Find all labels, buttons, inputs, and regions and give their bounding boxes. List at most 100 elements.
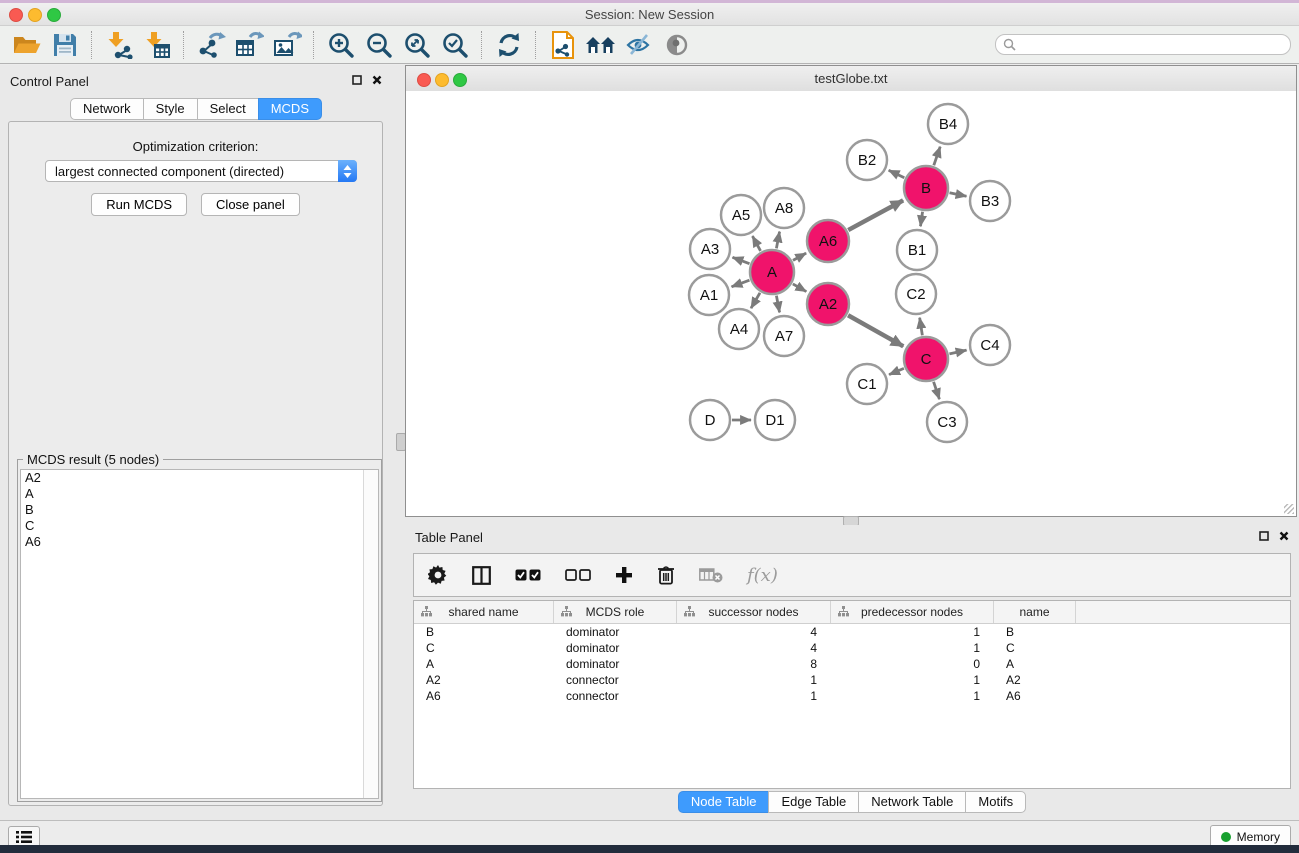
zoom-out-icon[interactable] [360, 29, 398, 61]
search-input[interactable] [995, 34, 1291, 55]
close-window-button[interactable] [9, 8, 23, 22]
edge-B-B3[interactable] [950, 193, 967, 196]
cell: A6 [414, 688, 554, 704]
zoom-in-icon[interactable] [322, 29, 360, 61]
close-table-panel-icon[interactable] [1279, 531, 1289, 541]
float-table-panel-icon[interactable] [1259, 531, 1269, 541]
open-session-icon[interactable] [8, 29, 46, 61]
hide-panel-icon[interactable] [620, 29, 658, 61]
result-list-item[interactable]: A2 [21, 470, 378, 486]
result-list-item[interactable]: A6 [21, 534, 378, 550]
export-image-icon[interactable] [268, 29, 306, 61]
control-panel-title: Control Panel [0, 74, 89, 89]
cell: A6 [994, 688, 1076, 704]
edge-A-A4[interactable] [751, 293, 760, 308]
table-row[interactable]: Bdominator41B [414, 624, 1290, 640]
edge-A-A3[interactable] [733, 257, 750, 263]
column-header-shared-name[interactable]: shared name [414, 601, 554, 623]
window-titlebar: Session: New Session [0, 3, 1299, 26]
network-canvas[interactable]: AA1A2A3A4A5A6A7A8BB1B2B3B4CC1C2C3C4DD1 [406, 91, 1296, 516]
edge-A-A7[interactable] [776, 296, 779, 313]
edge-B-B4[interactable] [934, 147, 940, 166]
column-header-MCDS-role[interactable]: MCDS role [554, 601, 677, 623]
node-label-B3: B3 [981, 193, 999, 210]
table-tab-network-table[interactable]: Network Table [858, 791, 966, 813]
window-resize-grip[interactable] [1284, 504, 1294, 514]
edge-A6-B[interactable] [848, 200, 903, 230]
tab-network[interactable]: Network [70, 98, 144, 120]
tab-mcds[interactable]: MCDS [258, 98, 322, 120]
node-table[interactable]: shared nameMCDS rolesuccessor nodesprede… [413, 600, 1291, 789]
show-panel-icon[interactable] [658, 29, 696, 61]
refresh-icon[interactable] [490, 29, 528, 61]
cybrowser-icon[interactable] [582, 29, 620, 61]
node-label-B1: B1 [908, 242, 926, 259]
cell: dominator [554, 640, 677, 656]
node-label-A4: A4 [730, 321, 748, 338]
table-tab-motifs[interactable]: Motifs [965, 791, 1026, 813]
column-header-name[interactable]: name [994, 601, 1076, 623]
edge-C-C3[interactable] [934, 382, 940, 399]
edge-C-C2[interactable] [920, 318, 923, 336]
edge-B-B2[interactable] [889, 170, 905, 177]
edge-A-A2[interactable] [793, 284, 806, 292]
node-label-D1: D1 [765, 412, 784, 429]
import-table-icon[interactable] [138, 29, 176, 61]
network-view-window: testGlobe.txt AA1A2A3A4A5A6A7A8BB1B2B3B4… [405, 65, 1297, 517]
column-header-successor-nodes[interactable]: successor nodes [677, 601, 831, 623]
close-panel-icon[interactable] [372, 75, 382, 85]
result-list-item[interactable]: C [21, 518, 378, 534]
edge-C-C4[interactable] [949, 350, 966, 354]
result-list-item[interactable]: A [21, 486, 378, 502]
mcds-result-list[interactable]: A2ABCA6 [20, 469, 379, 799]
edge-A2-C[interactable] [848, 315, 903, 346]
export-table-icon[interactable] [230, 29, 268, 61]
add-column-icon[interactable] [615, 566, 633, 584]
zoom-window-button[interactable] [47, 8, 61, 22]
gear-icon[interactable] [428, 565, 448, 585]
save-session-icon[interactable] [46, 29, 84, 61]
table-row[interactable]: A6connector11A6 [414, 688, 1290, 704]
import-network-icon[interactable] [100, 29, 138, 61]
minimize-window-button[interactable] [28, 8, 42, 22]
close-network-window-button[interactable] [417, 73, 431, 87]
edge-B-B1[interactable] [920, 212, 922, 226]
delete-column-icon[interactable] [657, 565, 675, 585]
clone-network-icon[interactable] [544, 29, 582, 61]
table-tab-edge-table[interactable]: Edge Table [768, 791, 859, 813]
column-header-predecessor-nodes[interactable]: predecessor nodes [831, 601, 994, 623]
toolbar-separator [91, 31, 93, 59]
run-mcds-button[interactable]: Run MCDS [91, 193, 187, 216]
zoom-network-window-button[interactable] [453, 73, 467, 87]
optimization-criterion-select[interactable]: largest connected component (directed) [45, 160, 357, 182]
deselect-all-icon[interactable] [565, 569, 591, 581]
result-list-item[interactable]: B [21, 502, 378, 518]
close-panel-button[interactable]: Close panel [201, 193, 300, 216]
edge-A-A8[interactable] [776, 232, 779, 249]
result-scrollbar[interactable] [363, 470, 378, 798]
edge-A-A6[interactable] [793, 253, 806, 260]
select-all-icon[interactable] [515, 569, 541, 581]
edge-C-C1[interactable] [889, 368, 904, 374]
table-row[interactable]: A2connector11A2 [414, 672, 1290, 688]
columns-icon[interactable] [472, 566, 491, 585]
table-row[interactable]: Cdominator41C [414, 640, 1290, 656]
minimize-network-window-button[interactable] [435, 73, 449, 87]
float-panel-icon[interactable] [352, 75, 362, 85]
control-panel-tabs: NetworkStyleSelectMCDS [0, 98, 392, 120]
function-builder-icon: f(x) [747, 565, 778, 586]
cell: A2 [414, 672, 554, 688]
tab-select[interactable]: Select [197, 98, 259, 120]
node-label-C2: C2 [906, 286, 925, 303]
export-network-icon[interactable] [192, 29, 230, 61]
edge-A-A1[interactable] [732, 280, 750, 287]
cell: dominator [554, 656, 677, 672]
zoom-selected-icon[interactable] [436, 29, 474, 61]
node-label-A7: A7 [775, 328, 793, 345]
tab-style[interactable]: Style [143, 98, 198, 120]
edge-A-A5[interactable] [752, 236, 760, 251]
cell: 4 [677, 640, 831, 656]
table-tab-node-table[interactable]: Node Table [678, 791, 770, 813]
table-row[interactable]: Adominator80A [414, 656, 1290, 672]
zoom-fit-icon[interactable] [398, 29, 436, 61]
